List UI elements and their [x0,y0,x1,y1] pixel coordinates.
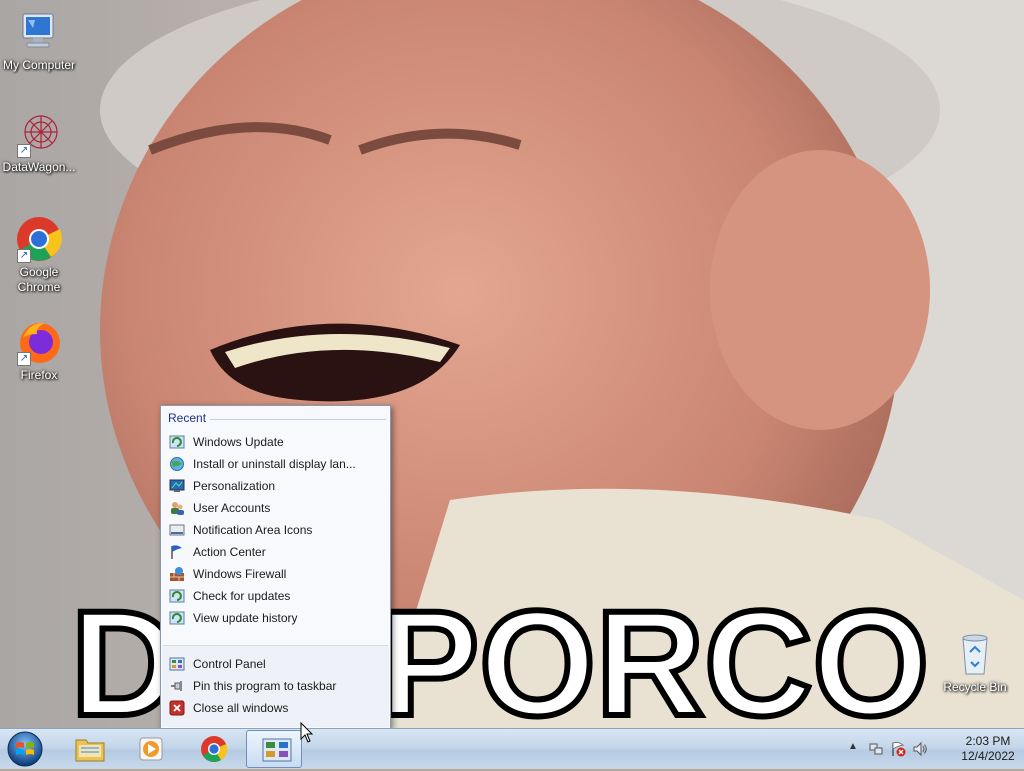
jump-item-label: Install or uninstall display lan... [193,457,356,471]
start-button[interactable] [4,730,46,768]
jump-item-notification-area-icons[interactable]: Notification Area Icons [169,519,383,541]
action-center-flag-icon [171,545,182,559]
jump-item-label: Action Center [193,545,266,559]
jump-item-windows-firewall[interactable]: Windows Firewall [169,563,383,585]
jump-task-pin-to-taskbar[interactable]: Pin this program to taskbar [169,675,383,697]
display-language-icon [170,457,184,471]
show-hidden-icons-button[interactable]: ▲ [848,741,858,752]
chrome-icon [201,736,228,762]
section-divider [210,419,386,420]
desktop-wallpaper: DIO PORCO [0,0,1024,728]
shortcut-arrow-icon: ↗ [17,144,31,158]
desktop-icon-recycle-bin[interactable]: Recycle Bin [936,630,1014,695]
action-center-flag-icon[interactable] [890,741,906,757]
control-panel-icon [262,738,292,762]
jump-item-personalization[interactable]: Personalization [169,475,383,497]
desktop-icon-my-computer[interactable]: My Computer [0,8,78,73]
folder-icon [75,739,105,762]
clock-time: 2:03 PM [965,734,1011,748]
close-icon [169,700,185,716]
jump-item-label: Windows Firewall [193,567,287,581]
jump-item-display-language[interactable]: Install or uninstall display lan... [169,453,383,475]
taskbar-explorer-button[interactable] [60,730,116,768]
desktop-icon-google-chrome[interactable]: ↗ Google Chrome [0,215,78,295]
windows-update-icon [169,611,185,625]
jump-list-menu: Recent Windows Update Install or uninsta… [160,405,391,729]
jump-task-control-panel[interactable]: Control Panel [169,653,383,675]
taskbar: ▲ 2:03 PM 12/4/2022 [0,728,1024,769]
jump-item-label: Control Panel [193,657,266,671]
windows-update-icon [169,435,185,449]
desktop-icon-label: My Computer [2,58,76,72]
jump-item-windows-update[interactable]: Windows Update [169,431,383,453]
datawagon-icon: ↗ [15,110,63,158]
taskbar-chrome-button[interactable] [184,730,240,768]
windows-logo-icon [7,731,43,767]
shortcut-arrow-icon: ↗ [17,352,31,366]
personalization-icon [169,479,185,492]
media-player-icon [139,737,163,761]
jump-item-user-accounts[interactable]: User Accounts [169,497,383,519]
user-accounts-icon [171,502,184,515]
volume-icon[interactable] [912,741,928,757]
shortcut-arrow-icon: ↗ [17,249,31,263]
section-title: Recent [168,411,207,425]
taskbar-media-player-button[interactable] [122,730,178,768]
desktop-icon-label: Google Chrome [17,265,61,294]
desktop-icon-datawagon[interactable]: ↗ DataWagon... [0,110,78,175]
jump-item-label: Notification Area Icons [193,523,313,537]
pin-icon [171,681,182,691]
recycle-bin-icon [951,630,999,678]
jump-task-close-all-windows[interactable]: Close all windows [169,697,383,719]
jump-item-view-update-history[interactable]: View update history [169,607,383,629]
desktop-icon-label: DataWagon... [2,160,76,174]
desktop-icon-firefox[interactable]: ↗ Firefox [0,318,78,383]
network-icon[interactable] [868,741,884,757]
notification-area-icon [169,524,185,536]
chrome-icon: ↗ [15,215,63,263]
desktop-icon-label: Firefox [20,368,58,382]
firewall-icon [170,567,184,581]
jump-list-section-header: Recent [168,411,386,427]
firefox-icon: ↗ [15,318,63,366]
jump-item-label: Windows Update [193,435,284,449]
jump-item-label: View update history [193,611,298,625]
clock[interactable]: 2:03 PM 12/4/2022 [958,734,1018,764]
computer-icon [15,8,63,56]
system-tray: ▲ 2:03 PM 12/4/2022 [834,729,1024,769]
jump-item-label: User Accounts [193,501,271,515]
jump-item-action-center[interactable]: Action Center [169,541,383,563]
taskbar-control-panel-button[interactable] [246,730,302,768]
desktop-icon-label: Recycle Bin [943,680,1007,694]
mouse-cursor-icon [300,722,314,743]
jump-item-check-for-updates[interactable]: Check for updates [169,585,383,607]
jump-item-label: Close all windows [193,701,289,715]
jump-item-label: Check for updates [193,589,291,603]
control-panel-icon [169,657,185,671]
jump-item-label: Pin this program to taskbar [193,679,337,693]
jump-item-label: Personalization [193,479,276,493]
windows-update-icon [169,589,185,603]
clock-date: 12/4/2022 [961,749,1015,763]
